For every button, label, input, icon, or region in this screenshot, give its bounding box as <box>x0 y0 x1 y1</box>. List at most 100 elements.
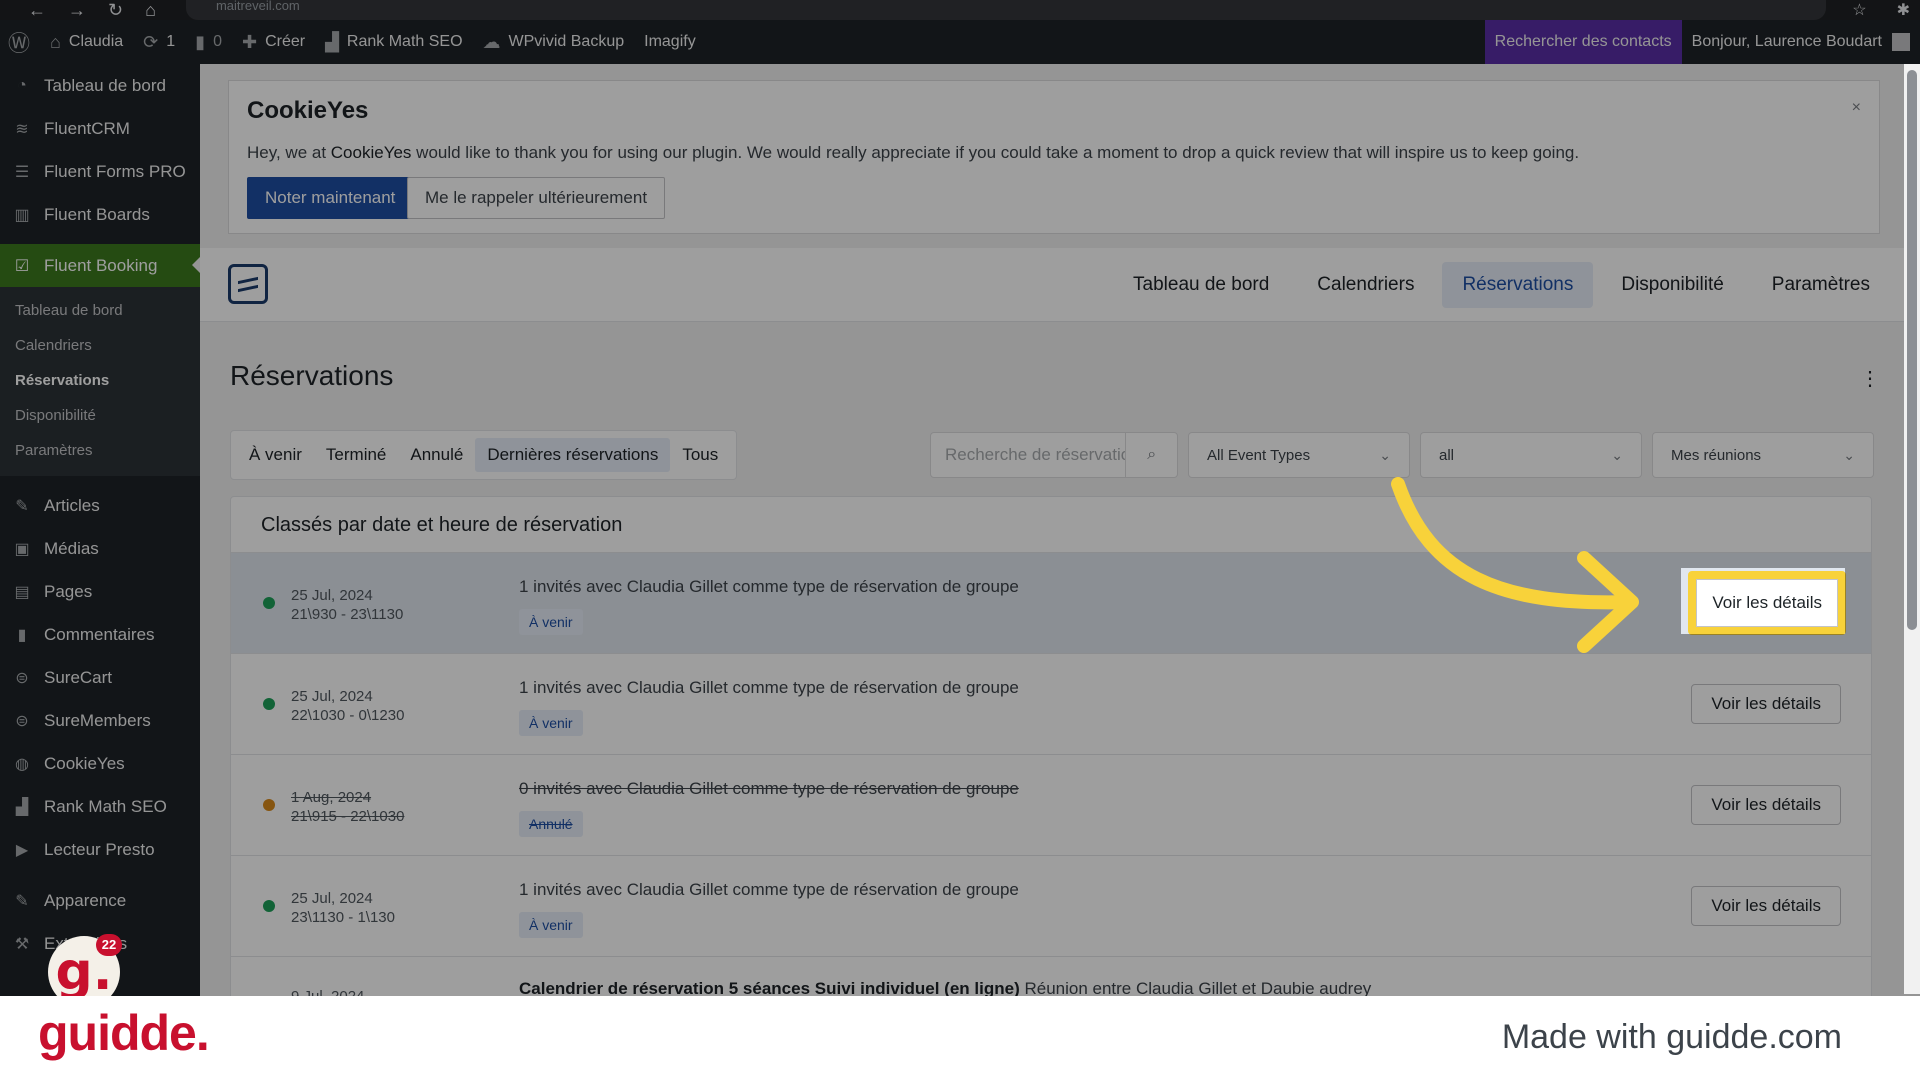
extensions-icon[interactable]: ✱ <box>1897 0 1910 20</box>
sidebar-item-fluent-forms[interactable]: ☰ Fluent Forms PRO <box>0 150 200 193</box>
sidebar-item-suremembers[interactable]: ⊜ SureMembers <box>0 699 200 742</box>
back-icon[interactable]: ← <box>28 0 46 21</box>
close-icon[interactable]: × <box>1852 99 1861 117</box>
tab-availability[interactable]: Disponibilité <box>1601 262 1743 308</box>
updates-link[interactable]: ⟳ 1 <box>143 32 175 53</box>
dashboard-icon: ◔ <box>17 76 27 94</box>
booking-icon: ☑ <box>14 257 30 275</box>
view-details-button[interactable]: Voir les détails <box>1691 684 1841 724</box>
booking-date: 25 Jul, 2024 22\1030 - 0\1230 <box>291 688 405 724</box>
more-options-icon[interactable]: ⋮ <box>1860 366 1880 391</box>
booking-description: 1 invités avec Claudia Gillet comme type… <box>519 678 1019 697</box>
sidebar-item-articles[interactable]: ✎ Articles <box>0 484 200 527</box>
rankmath-link[interactable]: ▟ Rank Math SEO <box>325 32 462 53</box>
sidebar-item-fluentcrm[interactable]: ≋ FluentCRM <box>0 107 200 150</box>
scrollbar-thumb[interactable] <box>1907 70 1917 630</box>
booking-description: 0 invités avec Claudia Gillet comme type… <box>519 779 1019 798</box>
comments-link[interactable]: ▮ 0 <box>195 32 222 53</box>
status-dot <box>263 799 275 811</box>
rate-now-button[interactable]: Noter maintenant <box>247 177 414 219</box>
comments-icon: ▮ <box>17 626 27 644</box>
booking-description: 1 invités avec Claudia Gillet comme type… <box>519 577 1019 596</box>
page-title: Réservations <box>230 360 394 391</box>
view-details-button[interactable]: Voir les détails <box>1688 571 1846 635</box>
notice-message: Hey, we at CookieYes would like to thank… <box>247 143 1580 162</box>
imagify-link[interactable]: Imagify <box>644 33 696 51</box>
status-badge: Annulé <box>519 811 583 837</box>
scrollbar[interactable] <box>1904 64 1920 994</box>
search-contacts-button[interactable]: Rechercher des contacts <box>1484 20 1682 64</box>
view-details-button[interactable]: Voir les détails <box>1691 886 1841 926</box>
filter-cancelled[interactable]: Annulé <box>398 438 475 472</box>
submenu-item-calendars[interactable]: Calendriers <box>0 328 200 363</box>
account-menu[interactable]: Bonjour, Laurence Boudart <box>1682 33 1920 51</box>
search-icon[interactable]: ⌕ <box>1125 432 1177 478</box>
presto-icon: ▶ <box>15 841 29 859</box>
rankmath-icon: ▟ <box>15 798 29 816</box>
wpvivid-link[interactable]: ☁ WPvivid Backup <box>483 32 625 53</box>
remind-later-button[interactable]: Me le rappeler ultérieurement <box>407 177 666 219</box>
guidde-logo: guidde. <box>38 1005 210 1061</box>
guidde-footer: guidde. Made with guidde.com <box>0 996 1920 1080</box>
reload-icon[interactable]: ↻ <box>108 0 123 21</box>
submenu-item-dashboard[interactable]: Tableau de bord <box>0 293 200 328</box>
booking-search-input[interactable]: Recherche de réservation ⌕ <box>930 432 1178 478</box>
submenu-item-settings[interactable]: Paramètres <box>0 433 200 468</box>
sidebar-item-fluent-boards[interactable]: ▥ Fluent Boards <box>0 193 200 236</box>
home-icon[interactable]: ⌂ <box>145 0 156 21</box>
sidebar-item-appearance[interactable]: ✎ Apparence <box>0 879 200 922</box>
sidebar-item-fluent-booking[interactable]: ☑ Fluent Booking <box>0 244 200 287</box>
filter-completed[interactable]: Terminé <box>314 438 398 472</box>
sidebar-item-surecart[interactable]: ⊜ SureCart <box>0 656 200 699</box>
status-dot <box>263 698 275 710</box>
browser-bar: ← → ↻ ⌂ maitreveil.com ☆ ✱ <box>0 0 1920 20</box>
booking-date: 1 Aug, 2024 21\915 - 22\1030 <box>291 789 405 825</box>
booking-row: 1 Aug, 2024 21\915 - 22\1030 0 invités av… <box>231 755 1871 856</box>
status-badge: À venir <box>519 710 583 736</box>
bookmark-star-icon[interactable]: ☆ <box>1852 0 1866 20</box>
tab-dashboard[interactable]: Tableau de bord <box>1113 262 1289 308</box>
avatar <box>1892 33 1910 51</box>
surecart-icon: ⊜ <box>15 669 29 687</box>
boards-icon: ▥ <box>14 206 30 224</box>
pointer-arrow <box>1391 477 1639 653</box>
forms-icon: ☰ <box>14 163 30 181</box>
filter-all[interactable]: Tous <box>670 438 730 472</box>
sidebar-item-cookieyes[interactable]: ◍ CookieYes <box>0 742 200 785</box>
sidebar-item-rankmath[interactable]: ▟ Rank Math SEO <box>0 785 200 828</box>
status-select[interactable]: all ⌄ <box>1420 432 1642 478</box>
view-details-button[interactable]: Voir les détails <box>1691 785 1841 825</box>
sidebar-item-presto[interactable]: ▶ Lecteur Presto <box>0 828 200 871</box>
filter-latest[interactable]: Dernières réservations <box>475 438 671 472</box>
fluent-booking-submenu: Tableau de bord Calendriers Réservations… <box>0 287 200 476</box>
tab-reservations[interactable]: Réservations <box>1442 262 1594 308</box>
submenu-item-reservations[interactable]: Réservations <box>0 363 200 398</box>
submenu-item-availability[interactable]: Disponibilité <box>0 398 200 433</box>
wordpress-logo-icon[interactable]: Ⓦ <box>8 26 30 58</box>
sidebar-item-dashboard[interactable]: ◔ Tableau de bord <box>0 64 200 107</box>
tab-calendars[interactable]: Calendriers <box>1297 262 1434 308</box>
appearance-icon: ✎ <box>15 892 29 910</box>
notification-badge: 22 <box>96 934 122 956</box>
booking-description: 1 invités avec Claudia Gillet comme type… <box>519 880 1019 899</box>
status-dot <box>263 597 275 609</box>
site-name-link[interactable]: ⌂ Claudia <box>50 32 123 53</box>
filter-upcoming[interactable]: À venir <box>237 438 314 472</box>
admin-sidebar: ◔ Tableau de bord ≋ FluentCRM ☰ Fluent Form… <box>0 64 200 1080</box>
sidebar-item-pages[interactable]: ▤ Pages <box>0 570 200 613</box>
status-badge: À venir <box>519 609 583 635</box>
address-bar[interactable]: maitreveil.com <box>185 0 1826 20</box>
create-link[interactable]: ✚ Créer <box>242 32 305 53</box>
chevron-down-icon: ⌄ <box>1611 446 1623 463</box>
booking-date: 25 Jul, 2024 23\1130 - 1\130 <box>291 890 395 926</box>
sidebar-item-comments[interactable]: ▮ Commentaires <box>0 613 200 656</box>
event-type-select[interactable]: All Event Types ⌄ <box>1188 432 1410 478</box>
forward-icon[interactable]: → <box>68 0 86 21</box>
meetings-select[interactable]: Mes réunions ⌄ <box>1652 432 1874 478</box>
media-icon: ▣ <box>14 540 30 558</box>
tab-settings[interactable]: Paramètres <box>1752 262 1890 308</box>
main-content: CookieYes Hey, we at CookieYes would lik… <box>200 64 1920 1080</box>
sidebar-item-media[interactable]: ▣ Médias <box>0 527 200 570</box>
booking-filter-tabs: À venir Terminé Annulé Dernières réserva… <box>230 430 738 480</box>
status-badge: À venir <box>519 912 583 938</box>
